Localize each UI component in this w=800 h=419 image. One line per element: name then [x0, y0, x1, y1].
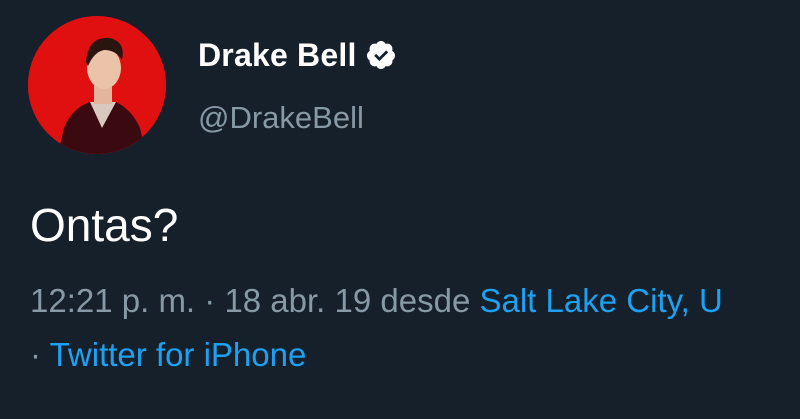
tweet-text: Ontas?	[30, 199, 179, 251]
display-name[interactable]: Drake Bell	[198, 37, 357, 74]
display-name-row[interactable]: Drake Bell	[198, 33, 397, 77]
from-label: desde	[371, 282, 480, 319]
meta-separator-2: ·	[30, 336, 50, 373]
verified-badge-icon	[365, 39, 397, 71]
avatar-image	[28, 16, 166, 154]
source-link[interactable]: Twitter for iPhone	[50, 336, 307, 373]
location-link[interactable]: Salt Lake City, U	[479, 282, 722, 319]
tweet-meta-line: 12:21 p. m. · 18 abr. 19 desde Salt Lake…	[30, 282, 800, 320]
meta-separator: ·	[195, 282, 225, 319]
tweet-time: 12:21 p. m.	[30, 282, 196, 319]
tweet-date: 18 abr. 19	[224, 282, 372, 319]
tweet-detail: Drake Bell @DrakeBell Ontas? 12:21 p. m.…	[0, 0, 800, 419]
avatar[interactable]	[28, 16, 166, 154]
user-handle[interactable]: @DrakeBell	[198, 100, 364, 136]
tweet-source-line: · Twitter for iPhone	[30, 336, 306, 374]
